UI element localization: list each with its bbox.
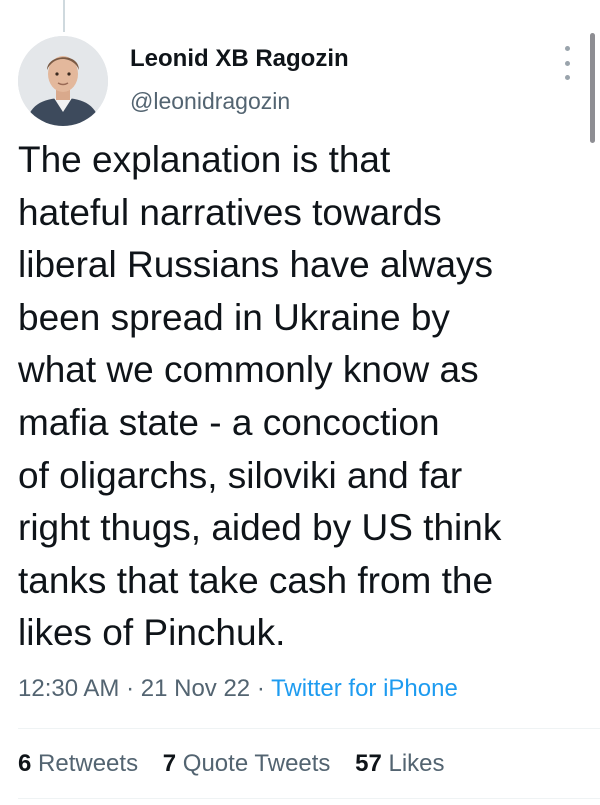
tweet-date[interactable]: 21 Nov 22 (141, 675, 250, 702)
tweet-time[interactable]: 12:30 AM (18, 675, 119, 702)
likes-stat[interactable]: 57 Likes (355, 750, 444, 778)
tweet-text: The explanation is that hateful narrativ… (18, 134, 588, 660)
avatar[interactable] (18, 36, 108, 126)
tweet-text-line: mafia state - a concoction (18, 401, 440, 443)
thread-connector-line (63, 0, 65, 32)
meta-separator: · (126, 675, 135, 702)
divider (18, 798, 600, 799)
scrollbar[interactable] (590, 33, 595, 143)
tweet-metadata: 12:30 AM · 21 Nov 22 · Twitter for iPhon… (18, 675, 458, 703)
retweets-label: Retweets (38, 750, 139, 777)
author-name[interactable]: Leonid XB Ragozin (130, 45, 349, 73)
divider (18, 728, 600, 729)
retweets-count: 6 (18, 750, 32, 777)
quote-tweets-stat[interactable]: 7 Quote Tweets (163, 750, 331, 778)
avatar-photo (18, 36, 108, 126)
tweet-text-line: tanks that take cash from the (18, 559, 494, 601)
likes-count: 57 (355, 750, 382, 777)
more-dot (564, 75, 570, 80)
tweet-text-line: right thugs, aided by US think (18, 507, 502, 549)
tweet-text-line: The explanation is that (18, 139, 391, 180)
author-handle[interactable]: @leonidragozin (130, 88, 290, 115)
tweet-text-line: hateful narratives towards (18, 191, 442, 233)
retweets-stat[interactable]: 6 Retweets (18, 750, 138, 778)
more-dot (564, 60, 570, 66)
tweet-source-link[interactable]: Twitter for iPhone (271, 675, 458, 702)
tweet-text-line: been spread in Ukraine by (18, 296, 450, 338)
quote-tweets-label: Quote Tweets (182, 750, 331, 777)
likes-label: Likes (388, 750, 445, 777)
tweet-text-line: likes of Pinchuk. (18, 612, 286, 654)
tweet-text-line: of oligarchs, siloviki and far (18, 454, 463, 496)
quote-tweets-count: 7 (162, 750, 177, 777)
meta-separator: · (256, 675, 265, 702)
engagement-stats: 6 Retweets 7 Quote Tweets 57 Likes (18, 750, 463, 778)
more-dot (564, 46, 570, 51)
tweet-text-line: what we commonly know as (18, 349, 479, 391)
more-options-icon[interactable] (556, 46, 578, 80)
tweet-text-line: liberal Russians have always (18, 244, 494, 286)
